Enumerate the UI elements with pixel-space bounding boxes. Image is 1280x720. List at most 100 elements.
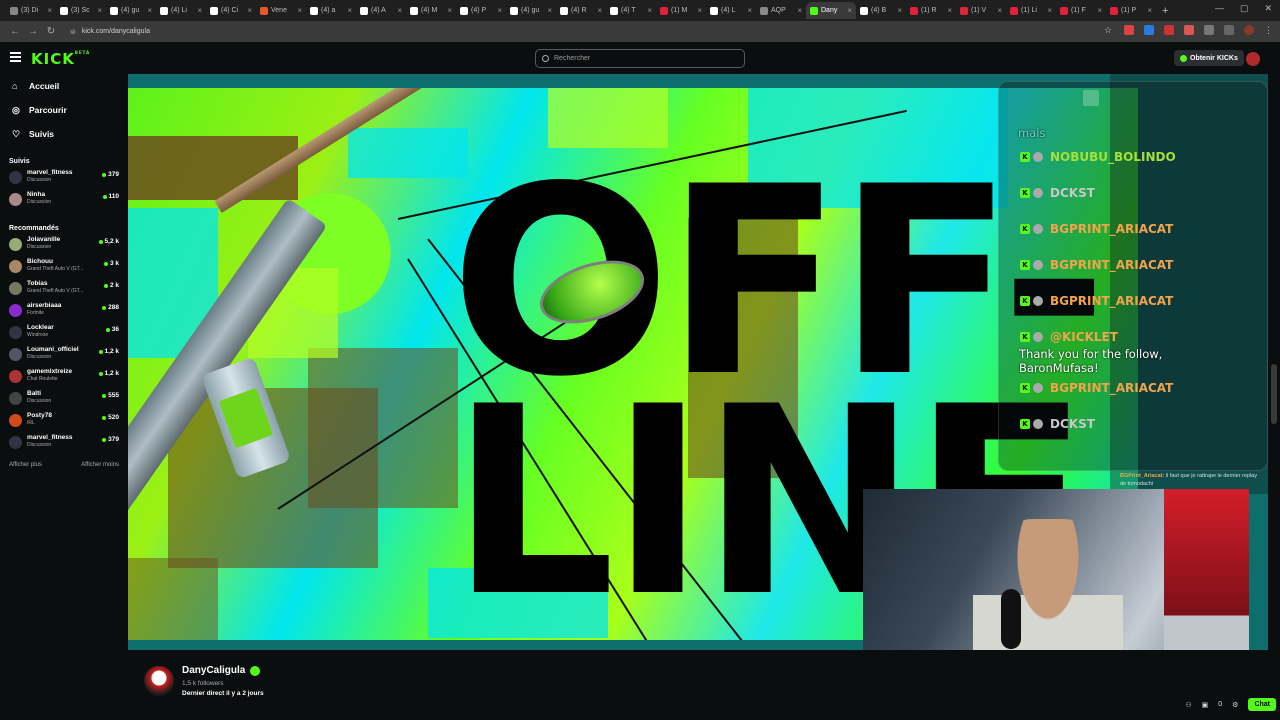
chat-username[interactable]: BGPRINT_ARIACAT [1050,258,1173,272]
extension-icon[interactable] [1184,25,1194,35]
download-icon[interactable] [1224,25,1234,35]
browser-tab[interactable]: (1) P × [1106,2,1156,19]
channel-item[interactable]: Balti Discussion 555 [0,390,128,412]
channel-item[interactable]: gamemixtreize Chat Roulette 1,2 k [0,368,128,390]
profile-icon[interactable] [1244,25,1254,35]
close-tab-icon[interactable]: × [997,6,1002,15]
chat-username[interactable]: BGPRINT_ARIACAT [1050,222,1173,236]
close-tab-icon[interactable]: × [397,6,402,15]
search-input[interactable] [554,55,734,62]
back-icon[interactable]: ← [6,26,24,37]
close-tab-icon[interactable]: × [297,6,302,15]
new-tab-icon[interactable]: + [1162,5,1168,17]
sidebar-nav-item[interactable]: ◎ Parcourir [0,98,128,122]
browser-tab[interactable]: (3) Di × [6,2,56,19]
channel-item[interactable]: Posty78 IRL 520 [0,412,128,434]
browser-tab[interactable]: (4) a × [306,2,356,19]
extension-icon[interactable] [1124,25,1134,35]
chat-username[interactable]: @KICKLET [1050,330,1118,344]
channel-item[interactable]: Jolavanille Discussion 5,2 k [0,236,128,258]
maximize-icon[interactable]: ▢ [1240,3,1249,14]
channel-item[interactable]: Loumani_officiel Discussion 1,2 k [0,346,128,368]
sidebar-nav-item[interactable]: ♡ Suivis [0,122,128,146]
browser-tab[interactable]: (4) gu × [106,2,156,19]
browser-tab[interactable]: (4) Ci × [206,2,256,19]
chat-username[interactable]: DCKST [1050,186,1095,200]
browser-tab[interactable]: (1) R × [906,2,956,19]
browser-tab[interactable]: (1) Li × [1006,2,1056,19]
menu-icon[interactable] [10,52,21,62]
user-avatar[interactable] [1246,52,1260,66]
extension-icon[interactable] [1164,25,1174,35]
browser-tab[interactable]: (4) L × [706,2,756,19]
show-more-link[interactable]: Afficher plus [9,462,42,468]
browser-tab[interactable]: (4) M × [406,2,456,19]
close-tab-icon[interactable]: × [1047,6,1052,15]
close-tab-icon[interactable]: × [797,6,802,15]
chat-username[interactable]: BGPRINT_ARIACAT [1050,294,1173,308]
browser-tab[interactable]: (4) R × [556,2,606,19]
browser-tab[interactable]: (4) A × [356,2,406,19]
channel-item[interactable]: marvel_fitness Discussion 379 [0,434,128,456]
close-tab-icon[interactable]: × [447,6,452,15]
sidebar-nav-item[interactable]: ⌂ Accueil [0,74,128,98]
kick-logo[interactable]: KICKBETA [31,50,90,68]
close-tab-icon[interactable]: × [1097,6,1102,15]
browser-tab[interactable]: Dany × [806,2,856,19]
close-tab-icon[interactable]: × [497,6,502,15]
channel-item[interactable]: Ninha Discussion 110 [0,191,128,213]
chat-username[interactable]: DCKST [1050,417,1095,431]
close-tab-icon[interactable]: × [1147,6,1152,15]
close-window-icon[interactable]: ✕ [1264,3,1272,14]
close-tab-icon[interactable]: × [47,6,52,15]
close-tab-icon[interactable]: × [897,6,902,15]
close-tab-icon[interactable]: × [747,6,752,15]
menu-dots-icon[interactable]: ⋮ [1264,25,1274,35]
close-tab-icon[interactable]: × [597,6,602,15]
close-tab-icon[interactable]: × [647,6,652,15]
gift-icon[interactable]: ▣ [1202,701,1209,709]
settings-gear-icon[interactable]: ⚙ [1232,701,1238,709]
chat-username[interactable]: BGPrint_Ariacat: [1120,473,1164,479]
url-field[interactable]: ⊜ kick.com/danycaligula [70,28,150,36]
close-tab-icon[interactable]: × [947,6,952,15]
channel-item[interactable]: airserbiaaa Fortnite 288 [0,302,128,324]
browser-tab[interactable]: AQP × [756,2,806,19]
site-info-icon[interactable]: ⊜ [70,28,76,36]
close-tab-icon[interactable]: × [147,6,152,15]
chat-username[interactable]: BGPRINT_ARIACAT [1050,381,1173,395]
browser-tab[interactable]: (1) M × [656,2,706,19]
close-tab-icon[interactable]: × [97,6,102,15]
minimize-icon[interactable]: — [1215,3,1224,14]
browser-tab[interactable]: (4) P × [456,2,506,19]
browser-tab[interactable]: (4) B × [856,2,906,19]
chat-username[interactable]: NOBUBU_BOLINDO [1050,150,1176,164]
close-tab-icon[interactable]: × [247,6,252,15]
get-kicks-button[interactable]: Obtenir KICKs [1174,50,1244,66]
forward-icon[interactable]: → [24,26,42,37]
streamer-name[interactable]: DanyCaligula [182,665,261,676]
reload-icon[interactable]: ↻ [42,26,60,37]
close-tab-icon[interactable]: × [697,6,702,15]
close-tab-icon[interactable]: × [847,6,852,15]
video-player[interactable]: OFF- LINE mais K NOBUBU_BOLINDO K DCKST K BGPR… [128,74,1268,650]
channel-item[interactable]: Bichouu Grand Theft Auto V (GT... 3 k [0,258,128,280]
search-bar[interactable] [535,49,745,68]
browser-tab[interactable]: (4) T × [606,2,656,19]
channel-item[interactable]: Locklear Windrose 36 [0,324,128,346]
close-overlay-icon[interactable] [1083,90,1099,106]
browser-tab[interactable]: (1) F × [1056,2,1106,19]
browser-tab[interactable]: (4) gu × [506,2,556,19]
channel-item[interactable]: Tobias Grand Theft Auto V (GT... 2 k [0,280,128,302]
browser-tab[interactable]: (4) Li × [156,2,206,19]
extension-icon[interactable] [1204,25,1214,35]
close-tab-icon[interactable]: × [347,6,352,15]
channel-item[interactable]: marvel_fitness Discussion 379 [0,169,128,191]
streamer-avatar[interactable] [144,666,174,696]
chat-send-button[interactable]: Chat [1248,698,1276,711]
browser-tab[interactable]: Vene × [256,2,306,19]
users-icon[interactable]: ⚇ [1185,701,1191,709]
close-tab-icon[interactable]: × [547,6,552,15]
browser-tab[interactable]: (1) V × [956,2,1006,19]
page-scrollbar[interactable] [1268,74,1280,650]
